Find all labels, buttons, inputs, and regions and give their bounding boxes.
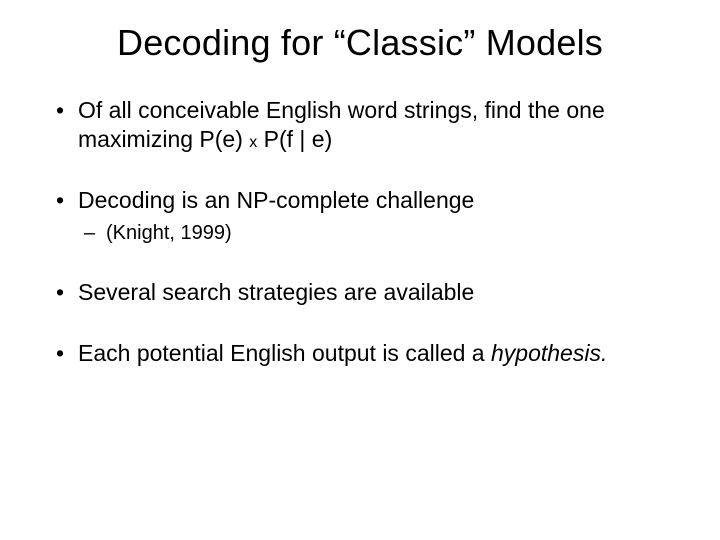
slide: Decoding for “Classic” Models Of all con… — [0, 0, 720, 540]
bullet-item-1: Of all conceivable English word strings,… — [50, 96, 670, 154]
sub-list: (Knight, 1999) — [78, 220, 670, 246]
bullet-3-text: Several search strategies are available — [78, 279, 474, 305]
bullet-1-text-b: P(f | e) — [257, 126, 332, 152]
bullet-4-hypothesis: hypothesis. — [491, 340, 607, 366]
bullet-2-text: Decoding is an NP-complete challenge — [78, 187, 474, 213]
bullet-item-2: Decoding is an NP-complete challenge (Kn… — [50, 186, 670, 247]
bullet-list: Of all conceivable English word strings,… — [50, 96, 670, 368]
sub-item-1: (Knight, 1999) — [78, 220, 670, 246]
bullet-item-3: Several search strategies are available — [50, 278, 670, 307]
bullet-item-4: Each potential English output is called … — [50, 339, 670, 368]
slide-title: Decoding for “Classic” Models — [50, 22, 670, 64]
bullet-4-text-a: Each potential English output is called … — [78, 340, 491, 366]
sub-1-text: (Knight, 1999) — [106, 222, 232, 244]
bullet-1-text-a: Of all conceivable English word strings,… — [78, 97, 605, 152]
